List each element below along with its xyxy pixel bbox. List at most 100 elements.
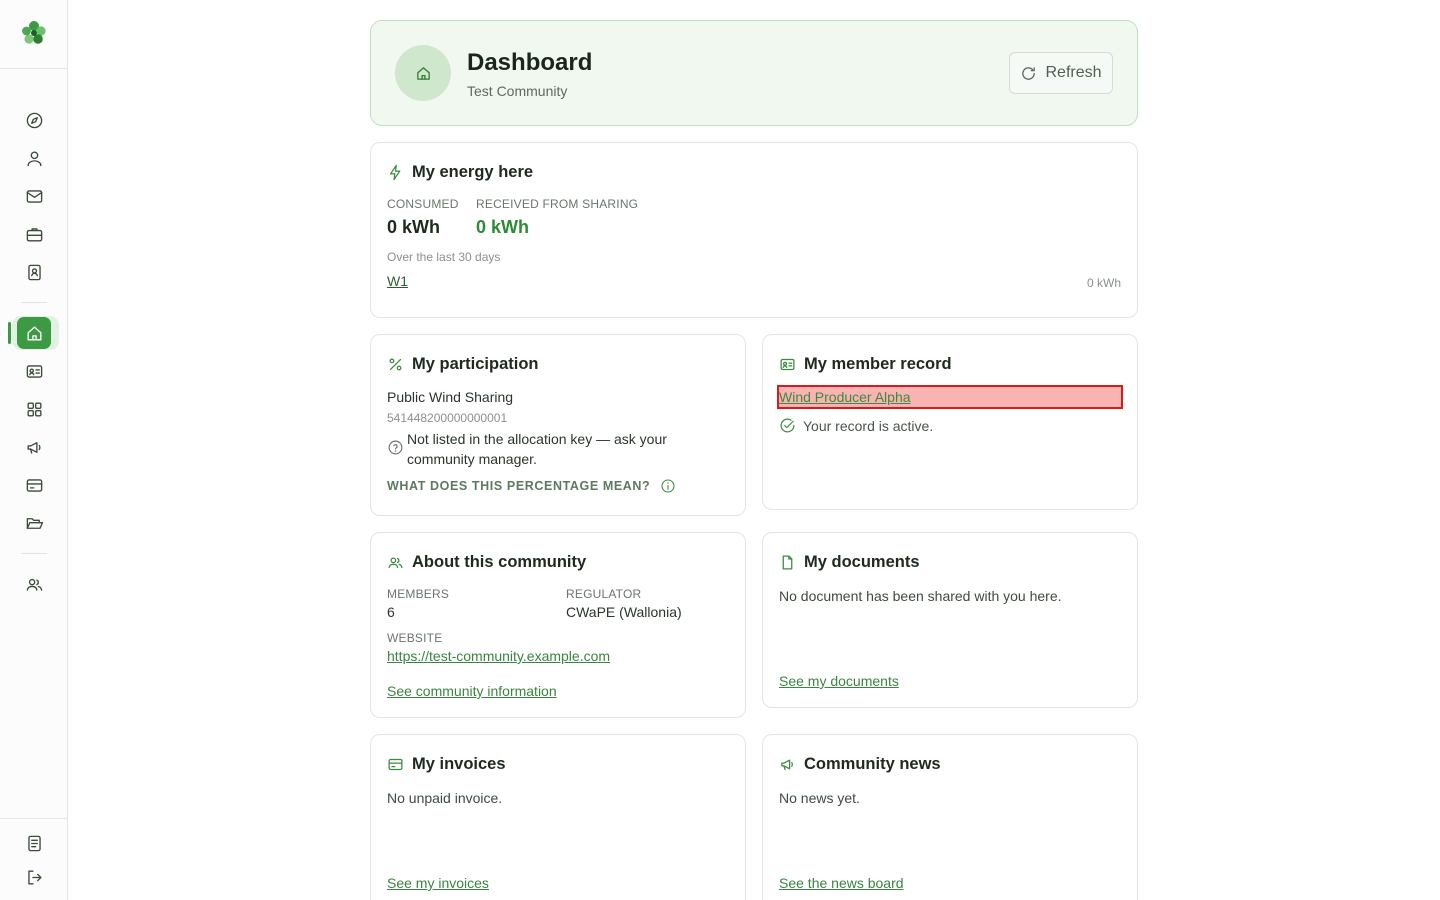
nav-messages[interactable]	[16, 180, 52, 212]
invoices-link[interactable]: See my invoices	[387, 875, 489, 891]
check-circle-icon	[780, 418, 795, 433]
energy-title: My energy here	[412, 163, 534, 181]
user-icon	[26, 150, 42, 166]
logout-icon	[27, 869, 42, 885]
nav-work[interactable]	[16, 218, 52, 250]
nav-apps[interactable]	[16, 393, 52, 425]
sidebar-divider	[21, 302, 47, 303]
participation-title: My participation	[412, 355, 539, 373]
meter-value: 0 kWh	[1086, 276, 1121, 290]
nav-community[interactable]	[16, 568, 52, 600]
member-record-link[interactable]: Wind Producer Alpha	[779, 389, 911, 405]
mail-icon	[26, 189, 42, 203]
megaphone-icon	[26, 441, 41, 454]
nav-active-indicator	[8, 322, 11, 344]
percent-icon	[389, 358, 402, 371]
news-empty: No news yet.	[779, 790, 860, 806]
file-icon	[782, 555, 793, 570]
percentage-help-label: WHAT DOES THIS PERCENTAGE MEAN?	[387, 479, 651, 493]
sidebar-divider	[0, 818, 67, 819]
document-icon	[27, 835, 41, 851]
meter-link[interactable]: W1	[387, 273, 408, 289]
received-label: RECEIVED FROM SHARING	[476, 197, 639, 211]
megaphone-icon	[781, 759, 793, 771]
users-icon	[388, 557, 403, 569]
credit-card-icon	[26, 478, 42, 492]
news-title-row: Community news	[779, 755, 941, 774]
id-card-icon	[26, 364, 42, 378]
energy-card: My energy here CONSUMED 0 kWh RECEIVED F…	[370, 142, 1138, 318]
home-icon	[416, 66, 430, 80]
documents-link[interactable]: See my documents	[779, 673, 899, 689]
participation-title-row: My participation	[387, 355, 539, 374]
id-card-icon	[780, 358, 795, 371]
news-title: Community news	[804, 755, 941, 773]
home-icon	[26, 325, 42, 341]
consumed-value: 0 kWh	[387, 217, 441, 237]
energy-title-row: My energy here	[387, 163, 533, 182]
invoices-title-row: My invoices	[387, 755, 506, 774]
nav-dashboard[interactable]	[17, 317, 51, 349]
participation-name: Public Wind Sharing	[387, 389, 514, 405]
website-link[interactable]: https://test-community.example.com	[387, 648, 610, 664]
news-card: Community news No news yet. See the news…	[762, 734, 1138, 900]
documents-card: My documents No document has been shared…	[762, 532, 1138, 708]
consumed-label: CONSUMED	[387, 197, 459, 211]
page-title: Dashboard	[467, 49, 593, 76]
member-record-card: My member record Your record is active.	[762, 334, 1138, 510]
invoices-title: My invoices	[412, 755, 506, 773]
participation-notice: Not listed in the allocation key — ask y…	[407, 431, 667, 467]
members-value: 6	[387, 604, 395, 620]
folder-open-icon	[26, 517, 43, 529]
invoices-empty: No unpaid invoice.	[387, 790, 503, 806]
percentage-help-link[interactable]: WHAT DOES THIS PERCENTAGE MEAN?	[387, 478, 676, 494]
community-title-row: About this community	[387, 553, 586, 572]
member-record-status: Your record is active.	[803, 418, 934, 434]
nav-documents[interactable]	[16, 507, 52, 539]
sidebar	[0, 0, 68, 900]
info-icon	[661, 479, 675, 493]
dashboard-header: Dashboard Test Community Refresh	[370, 20, 1138, 126]
invoices-card: My invoices No unpaid invoice. See my in…	[370, 734, 746, 900]
documents-empty: No document has been shared with you her…	[779, 588, 1062, 604]
nav-contacts[interactable]	[16, 256, 52, 288]
received-value: 0 kWh	[476, 217, 530, 237]
nav-member-record[interactable]	[16, 355, 52, 387]
compass-icon	[26, 112, 42, 128]
nav-profile[interactable]	[16, 142, 52, 174]
member-record-title: My member record	[804, 355, 952, 373]
nav-explore[interactable]	[16, 104, 52, 136]
flower-logo[interactable]	[18, 17, 50, 49]
question-icon	[388, 440, 403, 455]
energy-period: Over the last 30 days	[387, 250, 501, 264]
community-info-link[interactable]: See community information	[387, 683, 557, 699]
member-record-title-row: My member record	[779, 355, 952, 374]
community-card: About this community MEMBERS 6 REGULATOR…	[370, 532, 746, 718]
community-name: Test Community	[467, 83, 568, 99]
nav-logout[interactable]	[16, 861, 52, 893]
nav-news[interactable]	[16, 431, 52, 463]
refresh-button[interactable]: Refresh	[1009, 52, 1113, 94]
news-link[interactable]: See the news board	[779, 875, 904, 891]
community-title: About this community	[412, 553, 587, 571]
credit-card-icon	[388, 758, 403, 771]
briefcase-icon	[26, 227, 42, 242]
regulator-label: REGULATOR	[566, 587, 642, 601]
documents-title: My documents	[804, 553, 920, 571]
sidebar-divider	[0, 68, 67, 69]
nav-terms[interactable]	[16, 827, 52, 859]
header-avatar	[395, 45, 451, 101]
users-icon	[26, 578, 42, 591]
website-label: WEBSITE	[387, 631, 443, 645]
refresh-icon	[1022, 66, 1036, 80]
lightning-icon	[389, 164, 401, 181]
sidebar-divider	[21, 553, 47, 554]
members-label: MEMBERS	[387, 587, 450, 601]
documents-title-row: My documents	[779, 553, 920, 572]
contact-book-icon	[27, 264, 41, 280]
participation-card: My participation Public Wind Sharing 541…	[370, 334, 746, 516]
regulator-value: CWaPE (Wallonia)	[566, 604, 682, 620]
nav-invoices[interactable]	[16, 469, 52, 501]
refresh-label: Refresh	[1045, 64, 1102, 81]
grid-icon	[26, 401, 42, 417]
